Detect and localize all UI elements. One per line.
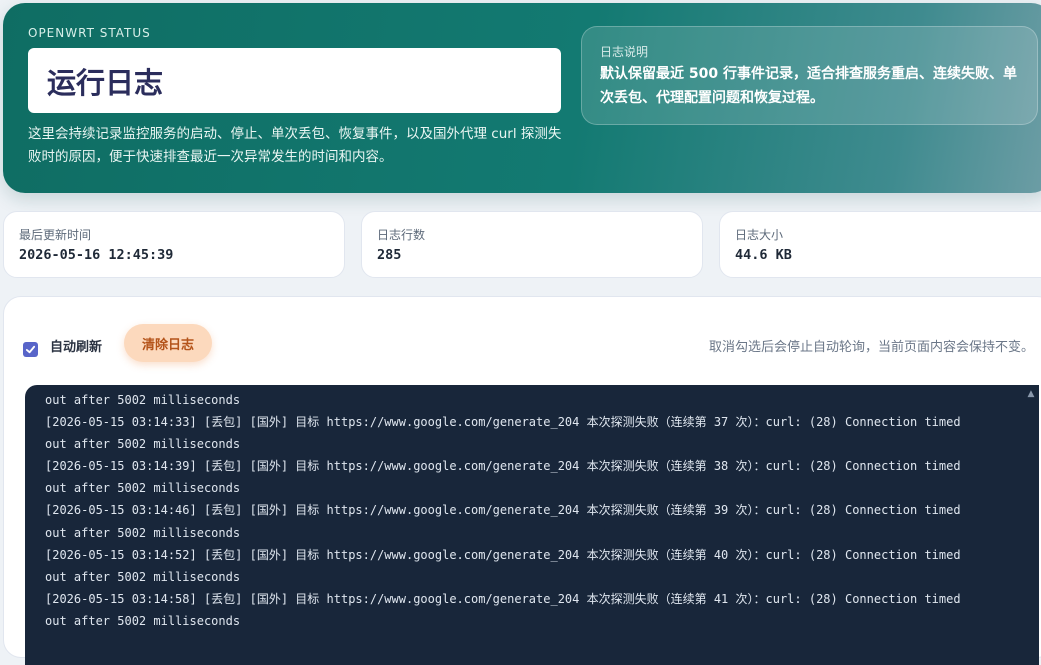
log-line: out after 5002 milliseconds (45, 393, 241, 407)
log-line: out after 5002 milliseconds (45, 525, 241, 540)
auto-refresh-hint: 取消勾选后会停止自动轮询，当前页面内容会保持不变。 (708, 340, 1034, 355)
log-line: out after 5002 milliseconds (45, 481, 241, 496)
auto-refresh-checkbox[interactable] (23, 342, 38, 357)
stat-card-log-size: 日志大小 44.6 KB (719, 211, 1041, 278)
hero-eyebrow: OPENWRT STATUS (28, 26, 151, 40)
stat-card-line-count: 日志行数 285 (361, 211, 703, 278)
page-title: 运行日志 (47, 66, 164, 100)
stat-value: 2026-05-16 12:45:39 (19, 247, 174, 263)
page-title-box: 运行日志 (28, 48, 561, 113)
log-lines: out after 5002 milliseconds [2026-05-15 0… (45, 389, 1005, 632)
log-line: out after 5002 milliseconds (45, 437, 241, 452)
auto-refresh-label[interactable]: 自动刷新 (50, 336, 102, 355)
stat-label: 日志大小 (735, 228, 784, 242)
log-panel: 自动刷新 清除日志 取消勾选后会停止自动轮询，当前页面内容会保持不变。 out … (3, 296, 1041, 665)
stat-card-last-updated: 最后更新时间 2026-05-16 12:45:39 (3, 211, 345, 278)
log-output[interactable]: out after 5002 milliseconds [2026-05-15 0… (25, 385, 1039, 665)
stat-value: 44.6 KB (735, 247, 792, 263)
log-note-body: 默认保留最近 500 行事件记录，适合排查服务重启、连续失败、单次丢包、代理配置… (600, 66, 1017, 106)
log-line: [2026-05-15 03:14:39] [丢包] [国外] 目标 https… (45, 459, 961, 474)
log-line: [2026-05-15 03:14:52] [丢包] [国外] 目标 https… (45, 547, 961, 562)
log-line: out after 5002 milliseconds (45, 569, 241, 584)
log-line: out after 5002 milliseconds (45, 613, 241, 628)
log-note-card: 日志说明 默认保留最近 500 行事件记录，适合排查服务重启、连续失败、单次丢包… (581, 26, 1038, 125)
log-line: [2026-05-15 03:14:58] [丢包] [国外] 目标 https… (45, 591, 961, 606)
hero-description: 这里会持续记录监控服务的启动、停止、单次丢包、恢复事件，以及国外代理 curl … (28, 126, 562, 165)
stat-label: 最后更新时间 (19, 228, 92, 242)
clear-log-button[interactable]: 清除日志 (124, 324, 212, 362)
hero-banner: OPENWRT STATUS 运行日志 这里会持续记录监控服务的启动、停止、单次… (3, 3, 1041, 193)
scroll-up-arrow-icon[interactable]: ▲ (1025, 388, 1037, 400)
stat-label: 日志行数 (377, 228, 426, 242)
log-line: [2026-05-15 03:14:46] [丢包] [国外] 目标 https… (45, 503, 961, 518)
stat-value: 285 (377, 247, 402, 263)
log-note-title: 日志说明 (600, 45, 649, 59)
log-line: [2026-05-15 03:14:33] [丢包] [国外] 目标 https… (45, 415, 961, 430)
check-icon (25, 345, 36, 354)
